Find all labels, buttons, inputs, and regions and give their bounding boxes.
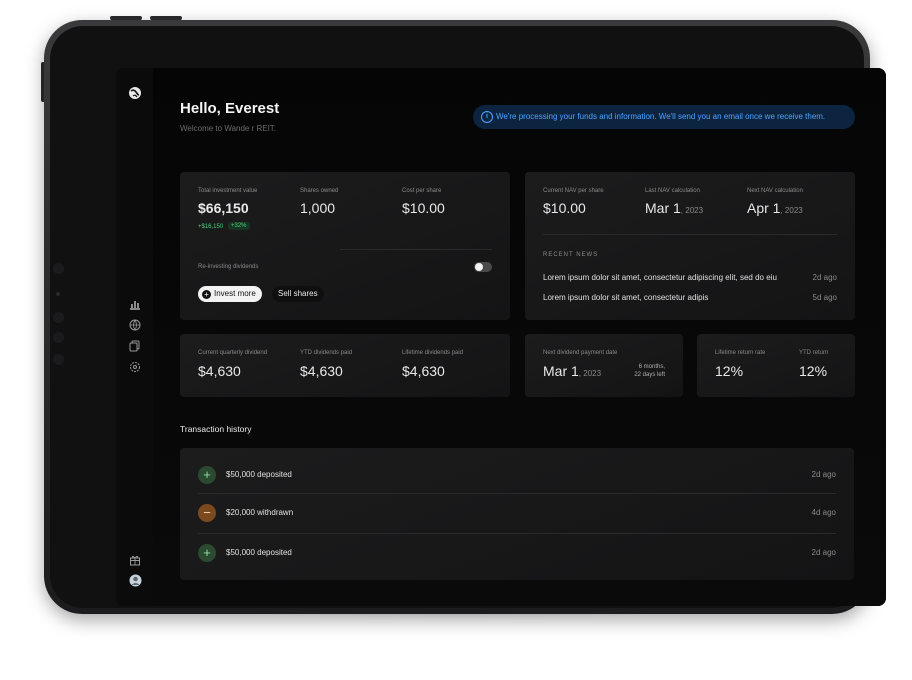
news-item-time: 2d ago <box>812 273 837 282</box>
transaction-time: 4d ago <box>811 508 836 517</box>
recent-news-title: RECENT NEWS <box>543 252 599 258</box>
transaction-history-title: Transaction history <box>180 424 252 434</box>
transaction-row[interactable]: + $50,000 deposited 2d ago <box>180 456 854 496</box>
lifetime-return-value: 12% <box>715 363 744 379</box>
settings-icon[interactable] <box>128 361 142 375</box>
camera-dot <box>53 263 64 274</box>
divider <box>340 249 492 250</box>
transaction-text: $20,000 withdrawn <box>226 508 294 517</box>
last-nav-value: Mar 1, 2023 <box>645 200 703 216</box>
sidebar <box>116 68 153 606</box>
minus-icon: − <box>198 504 216 522</box>
last-nav-date: Mar 1 <box>645 200 681 216</box>
countdown-line-1: 6 months, <box>638 364 665 370</box>
lifetime-return-label: Lifetime return rate <box>715 350 766 356</box>
current-nav-label: Current NAV per share <box>543 188 604 194</box>
globe-icon[interactable] <box>128 86 142 100</box>
nav-card: Current NAV per share $10.00 Last NAV ca… <box>525 172 855 320</box>
transaction-time: 2d ago <box>811 470 836 479</box>
ytd-return-label: YTD return <box>799 350 829 356</box>
quarterly-dividend-value: $4,630 <box>198 363 241 379</box>
banner-text: We're processing your funds and informat… <box>496 112 826 121</box>
welcome-text: Welcome to Wande r REIT. <box>180 124 277 133</box>
reinvest-toggle[interactable] <box>474 262 492 272</box>
transaction-row[interactable]: + $50,000 deposited 2d ago <box>180 534 854 574</box>
change-percent-badge: +32% <box>228 222 250 230</box>
divider <box>543 234 837 235</box>
transaction-time: 2d ago <box>811 548 836 557</box>
reinvest-label: Re-investing dividends <box>198 264 259 270</box>
next-payment-day: Mar 1 <box>543 363 579 379</box>
invest-more-label: Invest more <box>214 289 256 298</box>
countdown-line-2: 22 days left <box>634 372 665 378</box>
payment-countdown: 6 months, 22 days left <box>634 363 665 379</box>
shares-owned-label: Shares owned <box>300 188 339 194</box>
last-nav-label: Last NAV calculation <box>645 188 700 194</box>
current-nav-value: $10.00 <box>543 200 586 216</box>
next-payment-date: Mar 1, 2023 <box>543 363 601 379</box>
invest-more-button[interactable]: + Invest more <box>198 286 262 302</box>
network-icon[interactable] <box>128 319 142 333</box>
next-payment-label: Next dividend payment date <box>543 350 618 356</box>
camera-dot <box>53 354 64 365</box>
page-title: Hello, Everest <box>180 100 280 117</box>
investment-card: Total investment value $66,150 +$16,150 … <box>180 172 510 320</box>
next-nav-label: Next NAV calculation <box>747 188 803 194</box>
chart-icon[interactable] <box>128 298 142 312</box>
transaction-text: $50,000 deposited <box>226 470 292 479</box>
next-payment-card: Next dividend payment date Mar 1, 2023 6… <box>525 334 683 397</box>
copy-icon[interactable] <box>128 340 142 354</box>
gift-icon[interactable] <box>128 554 142 568</box>
transaction-text: $50,000 deposited <box>226 548 292 557</box>
next-nav-date: Apr 1 <box>747 200 781 216</box>
plus-circle-icon: + <box>202 289 211 299</box>
news-item-text[interactable]: Lorem ipsum dolor sit amet, consectetur … <box>543 273 777 282</box>
next-nav-year: , 2023 <box>780 206 803 215</box>
processing-banner: i We're processing your funds and inform… <box>473 105 855 129</box>
ytd-return-value: 12% <box>799 363 828 379</box>
avatar[interactable] <box>128 574 142 588</box>
sell-shares-label: Sell shares <box>278 289 318 298</box>
news-item-time: 5d ago <box>812 293 837 302</box>
plus-icon: + <box>198 466 216 484</box>
next-payment-year: , 2023 <box>578 369 602 378</box>
lifetime-dividends-label: Lifetime dividends paid <box>402 350 464 356</box>
cost-per-share-value: $10.00 <box>402 200 445 216</box>
returns-card: Lifetime return rate 12% YTD return 12% <box>697 334 855 397</box>
cost-per-share-label: Cost per share <box>402 188 442 194</box>
news-item-text[interactable]: Lorem ipsum dolor sit amet, consectetur … <box>543 293 708 302</box>
change-amount: +$16,150 <box>198 224 224 230</box>
camera-dot <box>53 332 64 343</box>
tablet-frame: Hello, Everest Welcome to Wande r REIT. … <box>44 20 886 614</box>
ytd-dividends-label: YTD dividends paid <box>300 350 353 356</box>
shares-owned-value: 1,000 <box>300 200 336 216</box>
ytd-dividends-value: $4,630 <box>300 363 343 379</box>
total-investment-value: $66,150 <box>198 200 249 216</box>
total-investment-label: Total investment value <box>198 188 258 194</box>
sensor-dot <box>56 292 60 296</box>
lifetime-dividends-value: $4,630 <box>402 363 445 379</box>
next-nav-value: Apr 1, 2023 <box>747 200 803 216</box>
sell-shares-button[interactable]: Sell shares <box>272 286 324 302</box>
info-icon: i <box>481 111 493 123</box>
quarterly-dividend-label: Current quarterly dividend <box>198 350 268 356</box>
transaction-list: + $50,000 deposited 2d ago − $20,000 wit… <box>180 448 854 580</box>
total-investment-amount: $66,150 <box>198 200 249 216</box>
camera-dot <box>53 312 64 323</box>
plus-icon: + <box>198 544 216 562</box>
app-screen: Hello, Everest Welcome to Wande r REIT. … <box>116 68 886 606</box>
dividends-card: Current quarterly dividend $4,630 YTD di… <box>180 334 510 397</box>
transaction-row[interactable]: − $20,000 withdrawn 4d ago <box>180 494 854 534</box>
main-content: Hello, Everest Welcome to Wande r REIT. … <box>153 68 886 606</box>
toggle-knob <box>475 263 483 271</box>
last-nav-year: , 2023 <box>680 206 704 215</box>
